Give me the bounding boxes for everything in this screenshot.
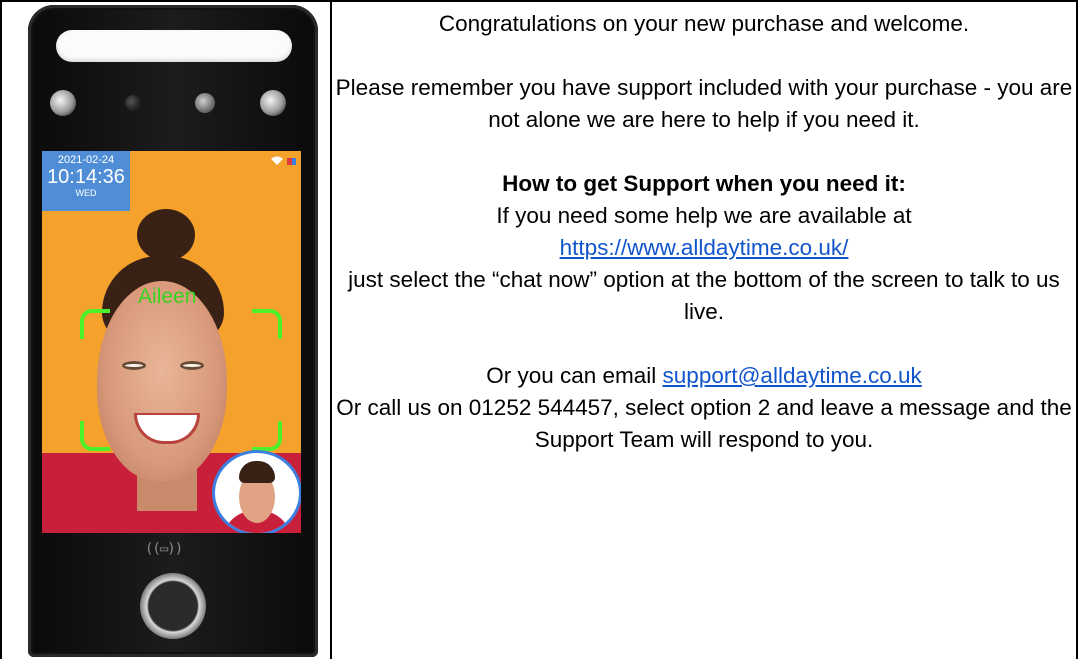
battery-icon: [287, 155, 297, 169]
face-frame-corner: [80, 309, 110, 339]
camera-lens-icon: [50, 90, 76, 116]
recognized-name: Aileen: [138, 285, 197, 308]
welcome-paragraph: Congratulations on your new purchase and…: [438, 11, 970, 36]
fingerprint-sensor-icon: [140, 573, 206, 639]
thumbnail-hair: [239, 461, 275, 483]
phone-paragraph: Or call us on 01252 544457, select optio…: [336, 395, 1072, 452]
face-recognition-terminal-image: 2021-02-24 10:14:36 WED Aileen ((▭)): [28, 5, 318, 657]
status-icons: [270, 155, 297, 169]
face-frame-corner: [252, 421, 282, 451]
day-label: WED: [75, 188, 97, 198]
column-divider: [330, 0, 332, 659]
email-link[interactable]: support@alldaytime.co.uk: [663, 363, 922, 388]
email-prefix: Or you can email: [486, 363, 663, 388]
captured-face-thumbnail: [212, 450, 301, 533]
light-bar: [56, 30, 292, 62]
ir-sensor-icon: [125, 95, 141, 111]
right-eye: [180, 361, 204, 370]
date-label: 2021-02-24: [57, 154, 115, 166]
camera-lens-icon: [260, 90, 286, 116]
support-text-column: Congratulations on your new purchase and…: [334, 8, 1074, 456]
face-frame-corner: [80, 421, 110, 451]
camera-lens-icon: [195, 93, 215, 113]
datetime-box: 2021-02-24 10:14:36 WED: [42, 151, 130, 211]
website-link[interactable]: https://www.alldaytime.co.uk/: [560, 235, 849, 260]
reminder-paragraph: Please remember you have support include…: [335, 75, 1073, 132]
hair-bun: [137, 209, 195, 261]
wifi-icon: [270, 155, 287, 169]
nfc-reader-icon: ((▭)): [145, 541, 183, 557]
support-heading: How to get Support when you need it:: [502, 171, 906, 196]
email-line: Or you can email support@alldaytime.co.u…: [334, 360, 1074, 392]
face: [97, 281, 227, 481]
face-frame-corner: [252, 309, 282, 339]
device-screen: 2021-02-24 10:14:36 WED Aileen: [42, 151, 301, 533]
available-text: If you need some help we are available a…: [496, 203, 912, 228]
left-eye: [122, 361, 146, 370]
chat-instructions: just select the “chat now” option at the…: [348, 267, 1060, 324]
time-label: 10:14:36: [47, 166, 125, 188]
